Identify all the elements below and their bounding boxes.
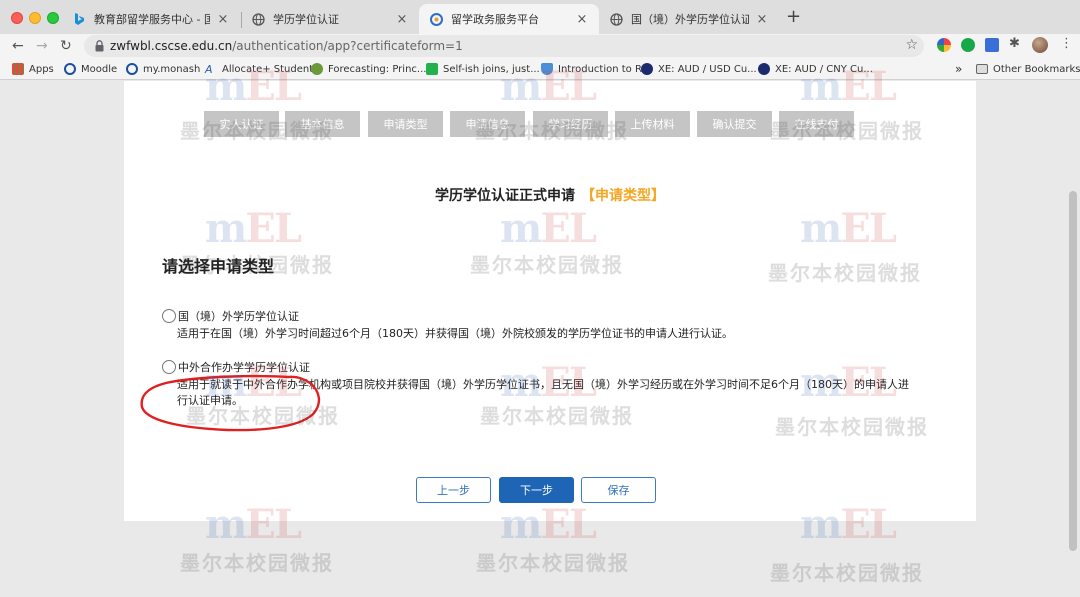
- reload-icon[interactable]: ↻: [60, 37, 72, 55]
- bing-icon: [72, 12, 86, 26]
- new-tab-button[interactable]: +: [786, 8, 801, 26]
- folder-icon: [976, 64, 988, 74]
- application-card: 实人认证 基本信息 申请类型 申请信息 学习经历 上传材料 确认提交 在线支付 …: [124, 81, 976, 521]
- page-title-tag: 【申请类型】: [581, 188, 665, 204]
- option-title: 中外合作办学学历学位认证: [178, 361, 310, 374]
- forecasting-icon: [311, 63, 323, 75]
- close-tab-icon[interactable]: ×: [216, 12, 230, 27]
- lock-icon: [95, 40, 104, 52]
- tab-title: 留学政务服务平台: [451, 13, 539, 26]
- moodle-icon: [64, 63, 76, 75]
- option-title: 国（境）外学历学位认证: [178, 310, 299, 323]
- step-basic-info: 基本信息: [285, 111, 360, 137]
- xe-icon: [758, 63, 770, 75]
- bookmarks-overflow-button[interactable]: »: [955, 62, 962, 76]
- step-upload-materials: 上传材料: [615, 111, 690, 137]
- close-tab-icon[interactable]: ×: [575, 12, 589, 27]
- bookmark-allocate[interactable]: A Allocate+ Student: [205, 62, 313, 76]
- back-arrow-icon[interactable]: ←: [12, 37, 24, 55]
- bookmark-xe-usd[interactable]: XE: AUD / USD Cu...: [641, 62, 757, 76]
- browser-tab[interactable]: 学历学位认证 ×: [241, 4, 419, 34]
- monash-icon: [126, 63, 138, 75]
- other-bookmarks[interactable]: Other Bookmarks: [976, 62, 1080, 76]
- menu-kebab-icon[interactable]: ⋮: [1060, 36, 1074, 51]
- apps-grid-icon: [12, 63, 24, 75]
- close-tab-icon[interactable]: ×: [755, 12, 769, 27]
- bookmark-moodle[interactable]: Moodle: [64, 62, 117, 76]
- bookmark-intro-to-r[interactable]: Introduction to R: [541, 62, 642, 76]
- bookmark-self-ish-joins[interactable]: Self-ish joins, just...: [426, 62, 540, 76]
- green-square-icon: [426, 63, 438, 75]
- bookmark-forecasting[interactable]: Forecasting: Princ...: [311, 62, 426, 76]
- watermark: 墨尔本校园微报: [770, 561, 924, 585]
- option-description: 适用于就读于中外合作办学机构或项目院校并获得国（境）外学历学位证书，且无国（境）…: [177, 378, 909, 407]
- watermark: 墨尔本校园微报: [476, 551, 630, 575]
- browser-tab[interactable]: 教育部留学服务中心 - 国内版 Bi ×: [62, 4, 240, 34]
- watermark: 墨尔本校园微报: [180, 551, 334, 575]
- window-zoom-button[interactable]: [47, 12, 59, 24]
- bookmark-apps[interactable]: Apps: [12, 62, 54, 76]
- site-icon: [429, 12, 443, 26]
- step-online-payment: 在线支付: [779, 111, 854, 137]
- step-study-history: 学习经历: [533, 111, 608, 137]
- window-minimize-button[interactable]: [29, 12, 41, 24]
- option-description: 适用于在国（境）外学习时间超过6个月（180天）并获得国（境）外院校颁发的学历学…: [177, 327, 733, 340]
- tab-title: 国（境）外学历学位认证申请材: [631, 13, 749, 26]
- bookmarks-bar: Apps Moodle my.monash A Allocate+ Studen…: [0, 58, 1080, 80]
- window-close-button[interactable]: [11, 12, 23, 24]
- grammarly-icon[interactable]: [961, 38, 975, 52]
- bookmark-star-icon[interactable]: ☆: [905, 37, 918, 53]
- step-confirm-submit: 确认提交: [697, 111, 772, 137]
- step-application-info: 申请信息: [450, 111, 525, 137]
- page-scrollbar[interactable]: [1069, 191, 1077, 551]
- page-title: 学历学位认证正式申请 【申请类型】: [435, 188, 665, 204]
- next-step-button[interactable]: 下一步: [499, 477, 574, 503]
- extension-icon[interactable]: [937, 38, 951, 52]
- browser-toolbar: ← → ↻ zwfwbl.cscse.edu.cn/authentication…: [0, 34, 1080, 58]
- page-viewport: 实人认证 基本信息 申请类型 申请信息 学习经历 上传材料 确认提交 在线支付 …: [0, 67, 1080, 597]
- address-bar[interactable]: zwfwbl.cscse.edu.cn/authentication/app?c…: [84, 35, 924, 57]
- allocate-icon: A: [205, 63, 213, 76]
- globe-icon: [609, 12, 623, 26]
- shield-icon: [541, 63, 553, 75]
- tab-title: 教育部留学服务中心 - 国内版 Bi: [94, 13, 210, 26]
- puzzle-icon[interactable]: ✱: [1009, 36, 1023, 51]
- xe-icon: [641, 63, 653, 75]
- url-text: zwfwbl.cscse.edu.cn/authentication/app?c…: [110, 39, 463, 53]
- prev-step-button[interactable]: 上一步: [416, 477, 491, 503]
- extension-icon[interactable]: [985, 38, 999, 52]
- browser-tab-bar: 教育部留学服务中心 - 国内版 Bi × 学历学位认证 × 留学政务服务平台 ×…: [0, 0, 1080, 34]
- globe-icon: [251, 12, 265, 26]
- tab-title: 学历学位认证: [273, 13, 339, 26]
- avatar[interactable]: [1032, 37, 1048, 53]
- bookmark-my-monash[interactable]: my.monash: [126, 62, 200, 76]
- close-tab-icon[interactable]: ×: [395, 12, 409, 27]
- section-title: 请选择申请类型: [162, 257, 275, 276]
- step-real-person-auth: 实人认证: [204, 111, 279, 137]
- step-application-type: 申请类型: [368, 111, 443, 137]
- forward-arrow-icon[interactable]: →: [36, 37, 48, 55]
- browser-tab[interactable]: 国（境）外学历学位认证申请材 ×: [599, 4, 779, 34]
- save-button[interactable]: 保存: [581, 477, 656, 503]
- bookmark-xe-cny[interactable]: XE: AUD / CNY Cu...: [758, 62, 873, 76]
- browser-tab-active[interactable]: 留学政务服务平台 ×: [419, 4, 599, 34]
- radio-overseas-degree[interactable]: [162, 309, 176, 323]
- radio-sino-foreign-degree[interactable]: [162, 360, 176, 374]
